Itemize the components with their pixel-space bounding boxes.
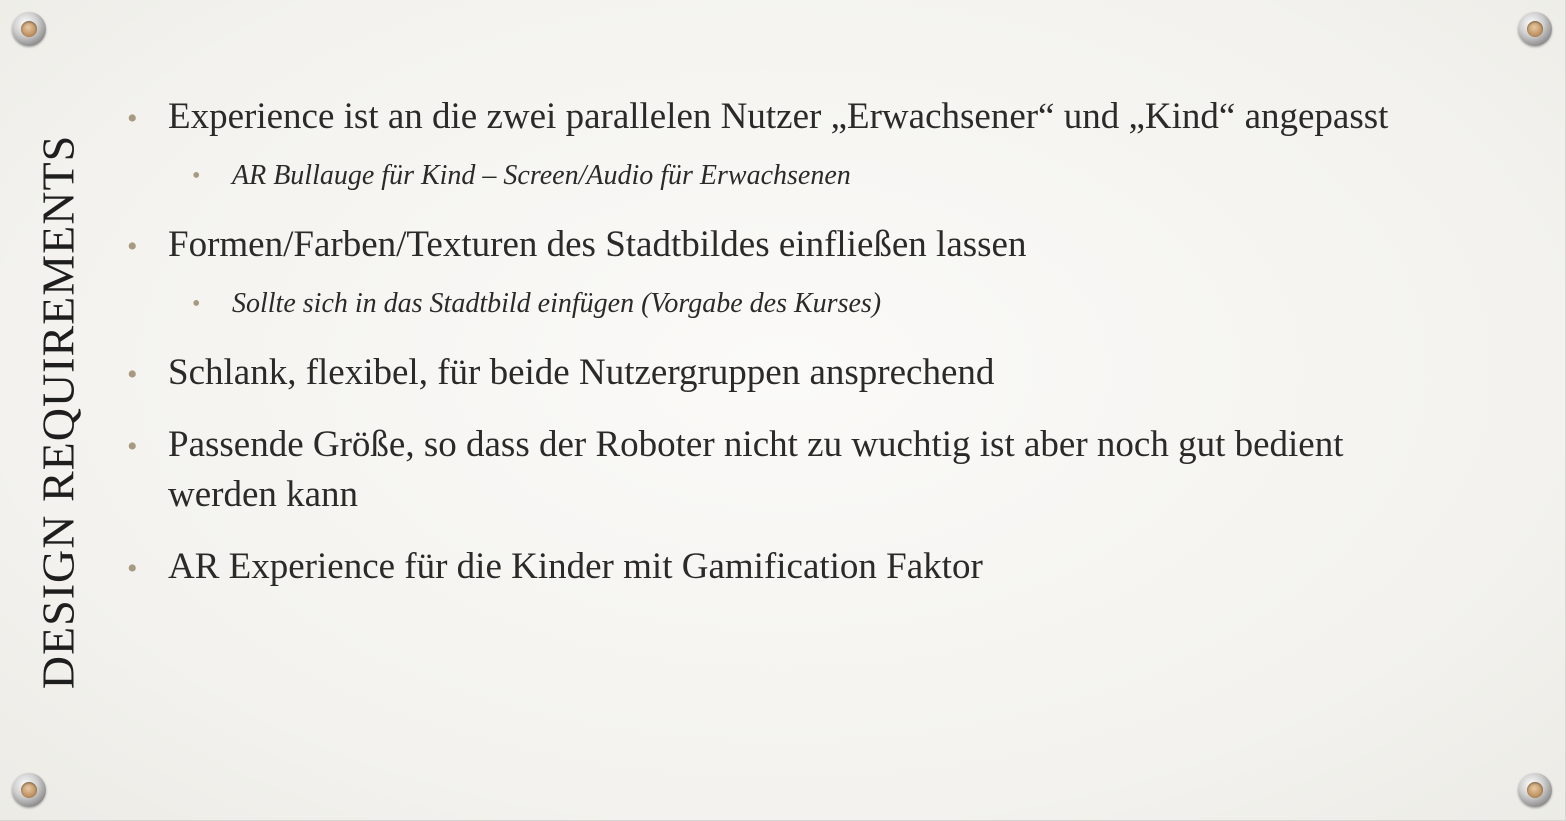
bullet-icon: •: [127, 102, 138, 135]
sub-bullet-item: • Sollte sich in das Stadtbild einfügen …: [120, 284, 1400, 324]
bullet-item: • Schlank, flexibel, für beide Nutzergru…: [120, 348, 1400, 398]
sub-bullet-icon: •: [192, 291, 201, 317]
grommet-top-right-icon: [1518, 12, 1552, 46]
bullet-text: Schlank, flexibel, für beide Nutzergrupp…: [168, 352, 995, 393]
bullet-item: • Passende Größe, so dass der Roboter ni…: [120, 420, 1400, 520]
bullet-text: Formen/Farben/Texturen des Stadtbildes e…: [168, 224, 1027, 265]
sub-bullet-icon: •: [192, 163, 201, 189]
slide-title: DESIGN REQUIREMENTS: [32, 134, 84, 690]
sub-bullet-text: Sollte sich in das Stadtbild einfügen (V…: [232, 288, 882, 319]
bullet-text: Experience ist an die zwei parallelen Nu…: [168, 96, 1389, 137]
bullet-item: • Experience ist an die zwei parallelen …: [120, 92, 1400, 142]
bullet-item: • Formen/Farben/Texturen des Stadtbildes…: [120, 220, 1400, 270]
grommet-bottom-right-icon: [1518, 773, 1552, 807]
bullet-icon: •: [127, 358, 138, 391]
bullet-icon: •: [127, 552, 138, 585]
bullet-icon: •: [127, 230, 138, 263]
bullet-text: Passende Größe, so dass der Roboter nich…: [168, 424, 1344, 515]
sub-bullet-item: • AR Bullauge für Kind – Screen/Audio fü…: [120, 156, 1400, 196]
bullet-list: • Experience ist an die zwei parallelen …: [120, 92, 1400, 606]
bullet-icon: •: [127, 430, 138, 463]
grommet-top-left-icon: [12, 12, 46, 46]
grommet-bottom-left-icon: [12, 773, 46, 807]
slide: DESIGN REQUIREMENTS • Experience ist an …: [0, 0, 1566, 821]
sub-bullet-text: AR Bullauge für Kind – Screen/Audio für …: [232, 160, 851, 191]
bullet-text: AR Experience für die Kinder mit Gamific…: [168, 546, 983, 587]
bullet-item: • AR Experience für die Kinder mit Gamif…: [120, 542, 1400, 592]
